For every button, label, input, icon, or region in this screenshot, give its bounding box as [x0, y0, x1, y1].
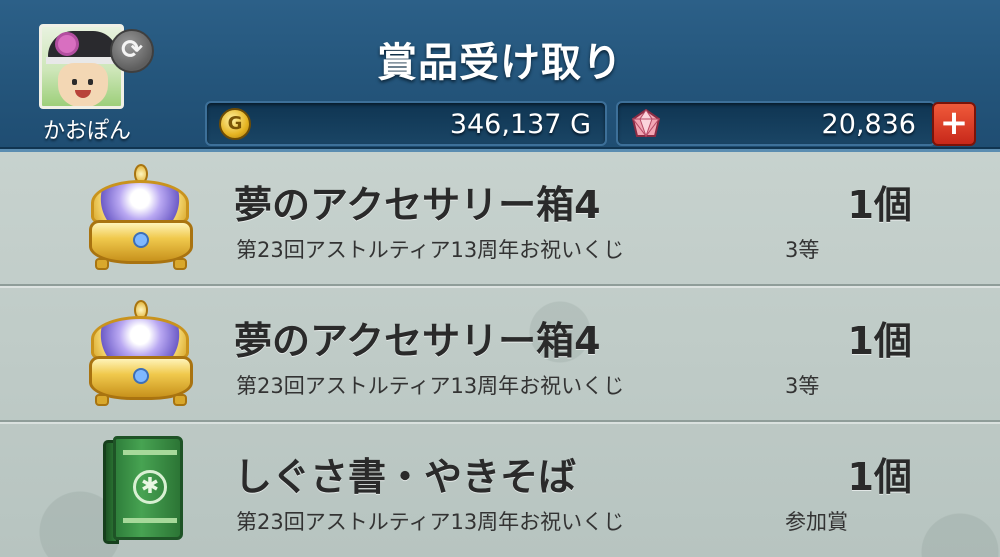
header-bar: ⟳ かおぽん 賞品受け取り G 346,137 G 20,836 +: [0, 0, 1000, 152]
prize-source: 第23回アストルティア13周年お祝いくじ: [236, 374, 625, 398]
green-book-icon: ✱: [85, 434, 197, 546]
prize-rank: 3等: [785, 374, 820, 398]
page-title: 賞品受け取り: [377, 40, 623, 86]
gold-amount: 346,137 G: [449, 109, 591, 140]
gold-coin-icon: G: [219, 108, 251, 140]
avatar-hat-flower: [58, 35, 76, 53]
refresh-icon[interactable]: ⟳: [110, 29, 154, 73]
player-name: かおぽん: [42, 119, 131, 144]
prize-source: 第23回アストルティア13周年お祝いくじ: [236, 510, 625, 534]
prize-row[interactable]: ✱ しぐさ書・やきそば 1個 第23回アストルティア13周年お祝いくじ 参加賞: [0, 424, 1000, 557]
gem-display: 20,836: [616, 101, 936, 146]
gold-display: G 346,137 G: [205, 101, 607, 146]
prize-quantity: 1個: [847, 319, 912, 363]
jewelry-box-icon: [85, 162, 197, 274]
gem-amount: 20,836: [821, 109, 916, 140]
avatar-eye: [72, 79, 77, 85]
prize-list: 夢のアクセサリー箱4 1個 第23回アストルティア13周年お祝いくじ 3等 夢の…: [0, 152, 1000, 557]
prize-rank: 3等: [785, 238, 820, 262]
avatar-eye: [88, 79, 93, 85]
jewelry-box-icon: [85, 298, 197, 410]
prize-name: 夢のアクセサリー箱4: [234, 183, 601, 227]
add-gems-button[interactable]: +: [932, 102, 976, 146]
avatar-face: [58, 63, 108, 106]
prize-row[interactable]: 夢のアクセサリー箱4 1個 第23回アストルティア13周年お祝いくじ 3等: [0, 288, 1000, 424]
prize-quantity: 1個: [847, 183, 912, 227]
prize-row[interactable]: 夢のアクセサリー箱4 1個 第23回アストルティア13周年お祝いくじ 3等: [0, 152, 1000, 288]
prize-source: 第23回アストルティア13周年お祝いくじ: [236, 238, 625, 262]
prize-name: しぐさ書・やきそば: [234, 455, 577, 499]
prize-name: 夢のアクセサリー箱4: [234, 319, 601, 363]
player-avatar[interactable]: [39, 24, 124, 109]
gem-crystal-icon: [631, 109, 661, 138]
prize-rank: 参加賞: [785, 510, 848, 534]
prize-quantity: 1個: [847, 455, 912, 499]
